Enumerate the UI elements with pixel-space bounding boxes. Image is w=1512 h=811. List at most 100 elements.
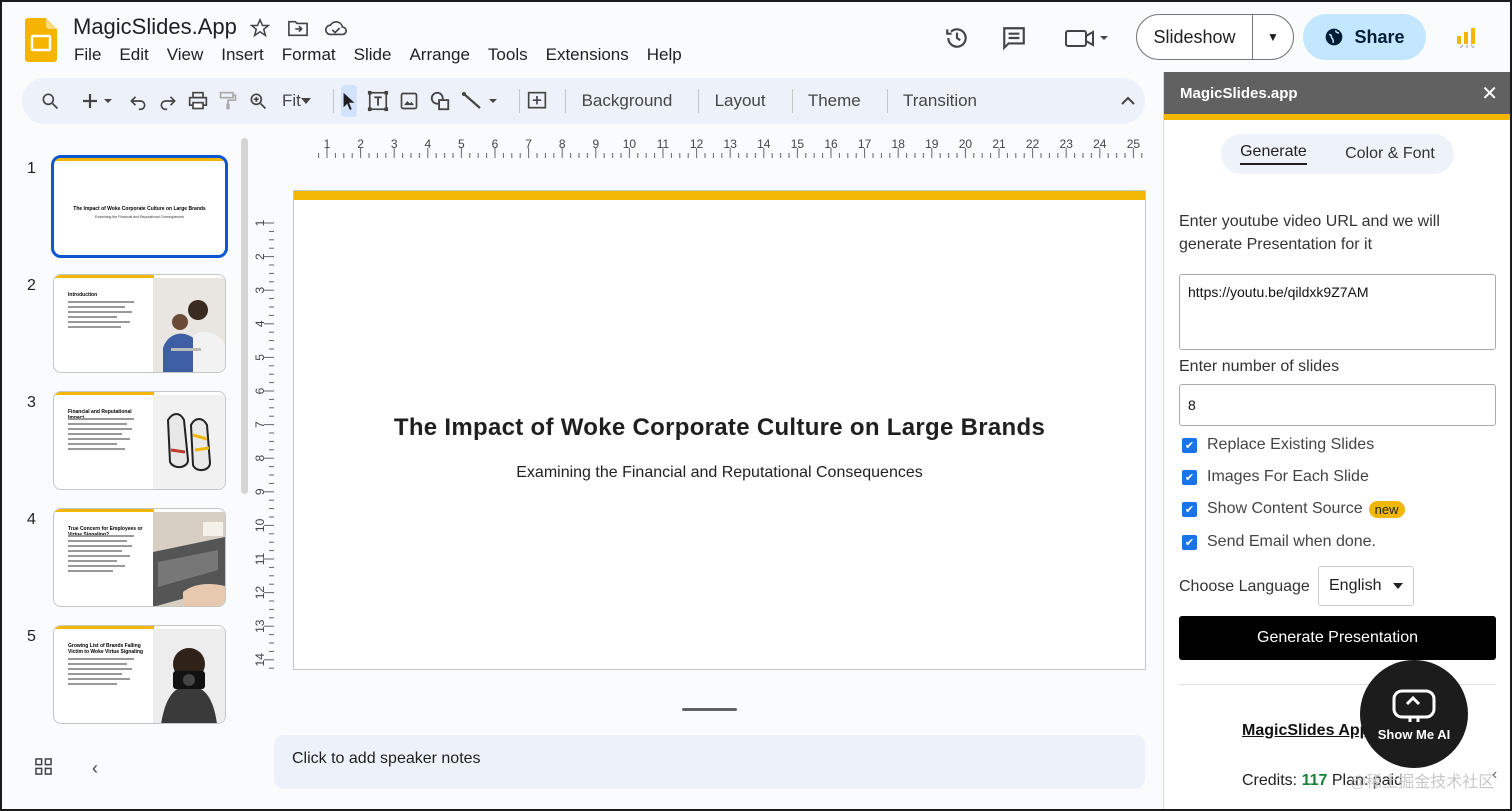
ruler-tick-label: 2	[253, 253, 267, 260]
slide-number: 4	[27, 511, 36, 528]
send-email-checkbox[interactable]: ✔ Send Email when done.	[1182, 533, 1376, 551]
slides-logo-icon[interactable]	[25, 18, 57, 62]
chevron-left-icon[interactable]: ‹	[1492, 766, 1497, 784]
slide-thumbnail-3[interactable]: Financial and Reputational Impact	[53, 391, 226, 490]
paint-format-icon[interactable]	[218, 85, 238, 117]
insert-image-icon[interactable]	[399, 85, 419, 117]
speaker-notes[interactable]: Click to add speaker notes	[274, 735, 1145, 789]
show-content-source-checkbox[interactable]: ✔ Show Content Source new	[1182, 500, 1405, 518]
credits-value: 117	[1301, 772, 1328, 789]
theme-button[interactable]: Theme	[800, 85, 869, 117]
checkbox-checked-icon: ✔	[1182, 469, 1197, 485]
tab-color-font[interactable]: Color & Font	[1345, 145, 1435, 163]
zoom-icon[interactable]	[248, 85, 268, 117]
filmstrip-scrollbar[interactable]	[241, 138, 248, 494]
chevron-down-icon	[300, 98, 311, 104]
menu-tools[interactable]: Tools	[488, 45, 537, 65]
history-icon[interactable]	[943, 24, 971, 52]
ruler-tick-label: 4	[253, 320, 267, 327]
ruler-tick-label: 6	[492, 137, 499, 151]
select-cursor-icon[interactable]	[341, 85, 358, 117]
redo-icon[interactable]	[158, 85, 178, 117]
ruler-tick-label: 8	[559, 137, 566, 151]
slide-thumbnail-5[interactable]: Growing List of Brands Falling Victim to…	[53, 625, 226, 724]
menu-arrange[interactable]: Arrange	[409, 45, 478, 65]
slide-canvas[interactable]: The Impact of Woke Corporate Culture on …	[293, 190, 1146, 670]
generate-presentation-button[interactable]: Generate Presentation	[1179, 616, 1496, 660]
ruler-tick-label: 12	[690, 137, 704, 151]
slide-thumbnail-4[interactable]: True Concern for Employees or Virtue Sig…	[53, 508, 226, 607]
cloud-saved-icon[interactable]	[324, 16, 348, 40]
text-box-icon[interactable]	[367, 85, 389, 117]
slideshow-button[interactable]: Slideshow ▼	[1136, 14, 1294, 60]
thumbnail-photo-photographer	[153, 629, 225, 723]
magicslides-link[interactable]: MagicSlides App	[1242, 722, 1369, 740]
menu-file[interactable]: File	[74, 45, 110, 65]
new-slide-icon[interactable]	[82, 85, 114, 117]
grid-view-icon[interactable]	[35, 758, 52, 775]
menu-format[interactable]: Format	[282, 45, 345, 65]
ruler-tick-label: 6	[253, 387, 267, 394]
comments-icon[interactable]	[1000, 24, 1028, 52]
undo-icon[interactable]	[128, 85, 148, 117]
ruler-tick-label: 13	[253, 619, 267, 633]
print-icon[interactable]	[188, 85, 208, 117]
star-icon[interactable]	[248, 16, 272, 40]
ruler-tick-label: 13	[724, 137, 738, 151]
collapse-filmstrip-icon[interactable]: ‹	[92, 758, 98, 779]
notes-resize-handle[interactable]	[682, 708, 737, 711]
background-button[interactable]: Background	[574, 85, 681, 117]
document-title[interactable]: MagicSlides.App	[73, 14, 237, 40]
slide-thumbnail-1[interactable]: The Impact of Woke Corporate Culture on …	[51, 155, 228, 258]
show-me-ai-button[interactable]: Show Me AI	[1360, 660, 1468, 768]
add-comment-icon[interactable]	[527, 85, 547, 117]
ruler-tick-label: 23	[1060, 137, 1074, 151]
search-menus-icon[interactable]	[40, 85, 60, 117]
layout-button[interactable]: Layout	[707, 85, 774, 117]
slides-count-input[interactable]: 8	[1179, 384, 1496, 426]
slide-title[interactable]: The Impact of Woke Corporate Culture on …	[294, 414, 1145, 442]
globe-icon	[1326, 28, 1343, 46]
shape-icon[interactable]	[429, 85, 451, 117]
thumbnail-title: Introduction	[68, 292, 98, 298]
slide-subtitle[interactable]: Examining the Financial and Reputational…	[294, 464, 1145, 482]
ruler-tick-label: 7	[525, 137, 532, 151]
chevron-down-icon[interactable]: ▼	[1253, 30, 1293, 44]
menu-help[interactable]: Help	[647, 45, 691, 65]
close-icon[interactable]: ✕	[1481, 81, 1498, 106]
language-select[interactable]: English	[1318, 566, 1414, 606]
credits-label: Credits:	[1242, 772, 1298, 789]
share-label: Share	[1354, 26, 1405, 47]
transition-button[interactable]: Transition	[895, 85, 985, 117]
account-icon[interactable]	[1454, 26, 1480, 52]
language-label: Choose Language	[1179, 578, 1310, 595]
zoom-select[interactable]: Fit	[278, 85, 315, 117]
slide-number: 5	[27, 628, 36, 645]
menu-view[interactable]: View	[167, 45, 213, 65]
menu-slide[interactable]: Slide	[354, 45, 401, 65]
share-button[interactable]: Share	[1303, 14, 1426, 60]
ruler-tick-label: 1	[324, 137, 331, 151]
ruler-tick-label: 17	[858, 137, 872, 151]
menu-bar: File Edit View Insert Format Slide Arran…	[74, 45, 700, 65]
move-to-folder-icon[interactable]	[286, 16, 310, 40]
slide-thumbnail-2[interactable]: Introduction	[53, 274, 226, 373]
language-value: English	[1329, 577, 1382, 594]
thumbnail-photo-family	[153, 278, 225, 372]
menu-insert[interactable]: Insert	[221, 45, 273, 65]
youtube-url-input[interactable]: https://youtu.be/qildxk9Z7AM	[1179, 274, 1496, 350]
menu-extensions[interactable]: Extensions	[546, 45, 638, 65]
thumbnail-subtitle: Examining the Financial and Reputational…	[95, 215, 184, 219]
slideshow-label[interactable]: Slideshow	[1137, 15, 1253, 59]
menu-edit[interactable]: Edit	[119, 45, 157, 65]
collapse-toolbar-icon[interactable]	[1121, 85, 1135, 117]
thumbnail-title: The Impact of Woke Corporate Culture on …	[73, 206, 206, 212]
slide-number: 1	[27, 160, 36, 177]
tab-generate[interactable]: Generate	[1240, 143, 1307, 165]
line-icon[interactable]	[461, 85, 501, 117]
replace-slides-checkbox[interactable]: ✔ Replace Existing Slides	[1182, 436, 1374, 454]
meet-camera-icon[interactable]	[1062, 24, 1112, 52]
images-each-slide-checkbox[interactable]: ✔ Images For Each Slide	[1182, 468, 1369, 486]
panel-title: MagicSlides.app	[1180, 84, 1298, 102]
ruler-tick-label: 9	[592, 137, 599, 151]
